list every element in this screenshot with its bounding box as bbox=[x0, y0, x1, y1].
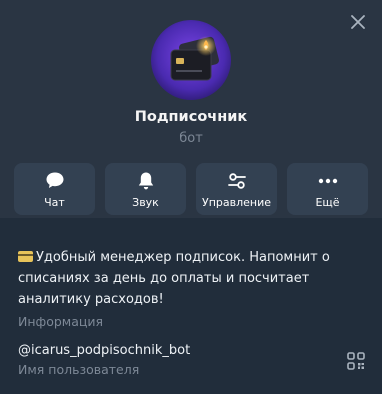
close-icon bbox=[351, 15, 365, 29]
chat-bubble-icon bbox=[43, 170, 67, 192]
credit-card-avatar-icon bbox=[151, 20, 231, 100]
bot-info-block: Удобный менеджер подписок. Напомнит о сп… bbox=[18, 247, 338, 329]
more-button-label: Ещё bbox=[315, 195, 340, 209]
profile-name: Подписочник bbox=[134, 109, 248, 125]
username-label: Имя пользователя bbox=[18, 362, 140, 377]
qr-code-button[interactable] bbox=[347, 352, 365, 370]
profile-header: Подписочник бот Чат Звук Управление Ещё bbox=[0, 0, 382, 218]
manage-button[interactable]: Управление bbox=[196, 163, 277, 215]
profile-actions: Чат Звук Управление Ещё bbox=[14, 163, 368, 215]
sound-button-label: Звук bbox=[132, 195, 159, 209]
bot-description-label: Информация bbox=[18, 314, 104, 329]
more-dots-icon bbox=[316, 170, 340, 192]
profile-type: бот bbox=[179, 131, 203, 146]
manage-button-label: Управление bbox=[201, 195, 271, 209]
credit-card-icon bbox=[18, 251, 33, 262]
chat-button[interactable]: Чат bbox=[14, 163, 95, 215]
bell-icon bbox=[134, 170, 158, 192]
bot-description-text: Удобный менеджер подписок. Напомнит о сп… bbox=[18, 250, 330, 307]
more-button[interactable]: Ещё bbox=[287, 163, 368, 215]
sliders-icon bbox=[225, 170, 249, 192]
qr-code-icon bbox=[347, 352, 365, 370]
bot-username: @icarus_podpisochnik_bot bbox=[18, 343, 191, 358]
bot-description[interactable]: Удобный менеджер подписок. Напомнит о сп… bbox=[18, 247, 338, 310]
username-block[interactable]: @icarus_podpisochnik_bot Имя пользовател… bbox=[18, 343, 190, 377]
close-button[interactable] bbox=[346, 10, 370, 34]
chat-button-label: Чат bbox=[44, 195, 65, 209]
sound-button[interactable]: Звук bbox=[105, 163, 186, 215]
avatar[interactable] bbox=[151, 20, 231, 100]
